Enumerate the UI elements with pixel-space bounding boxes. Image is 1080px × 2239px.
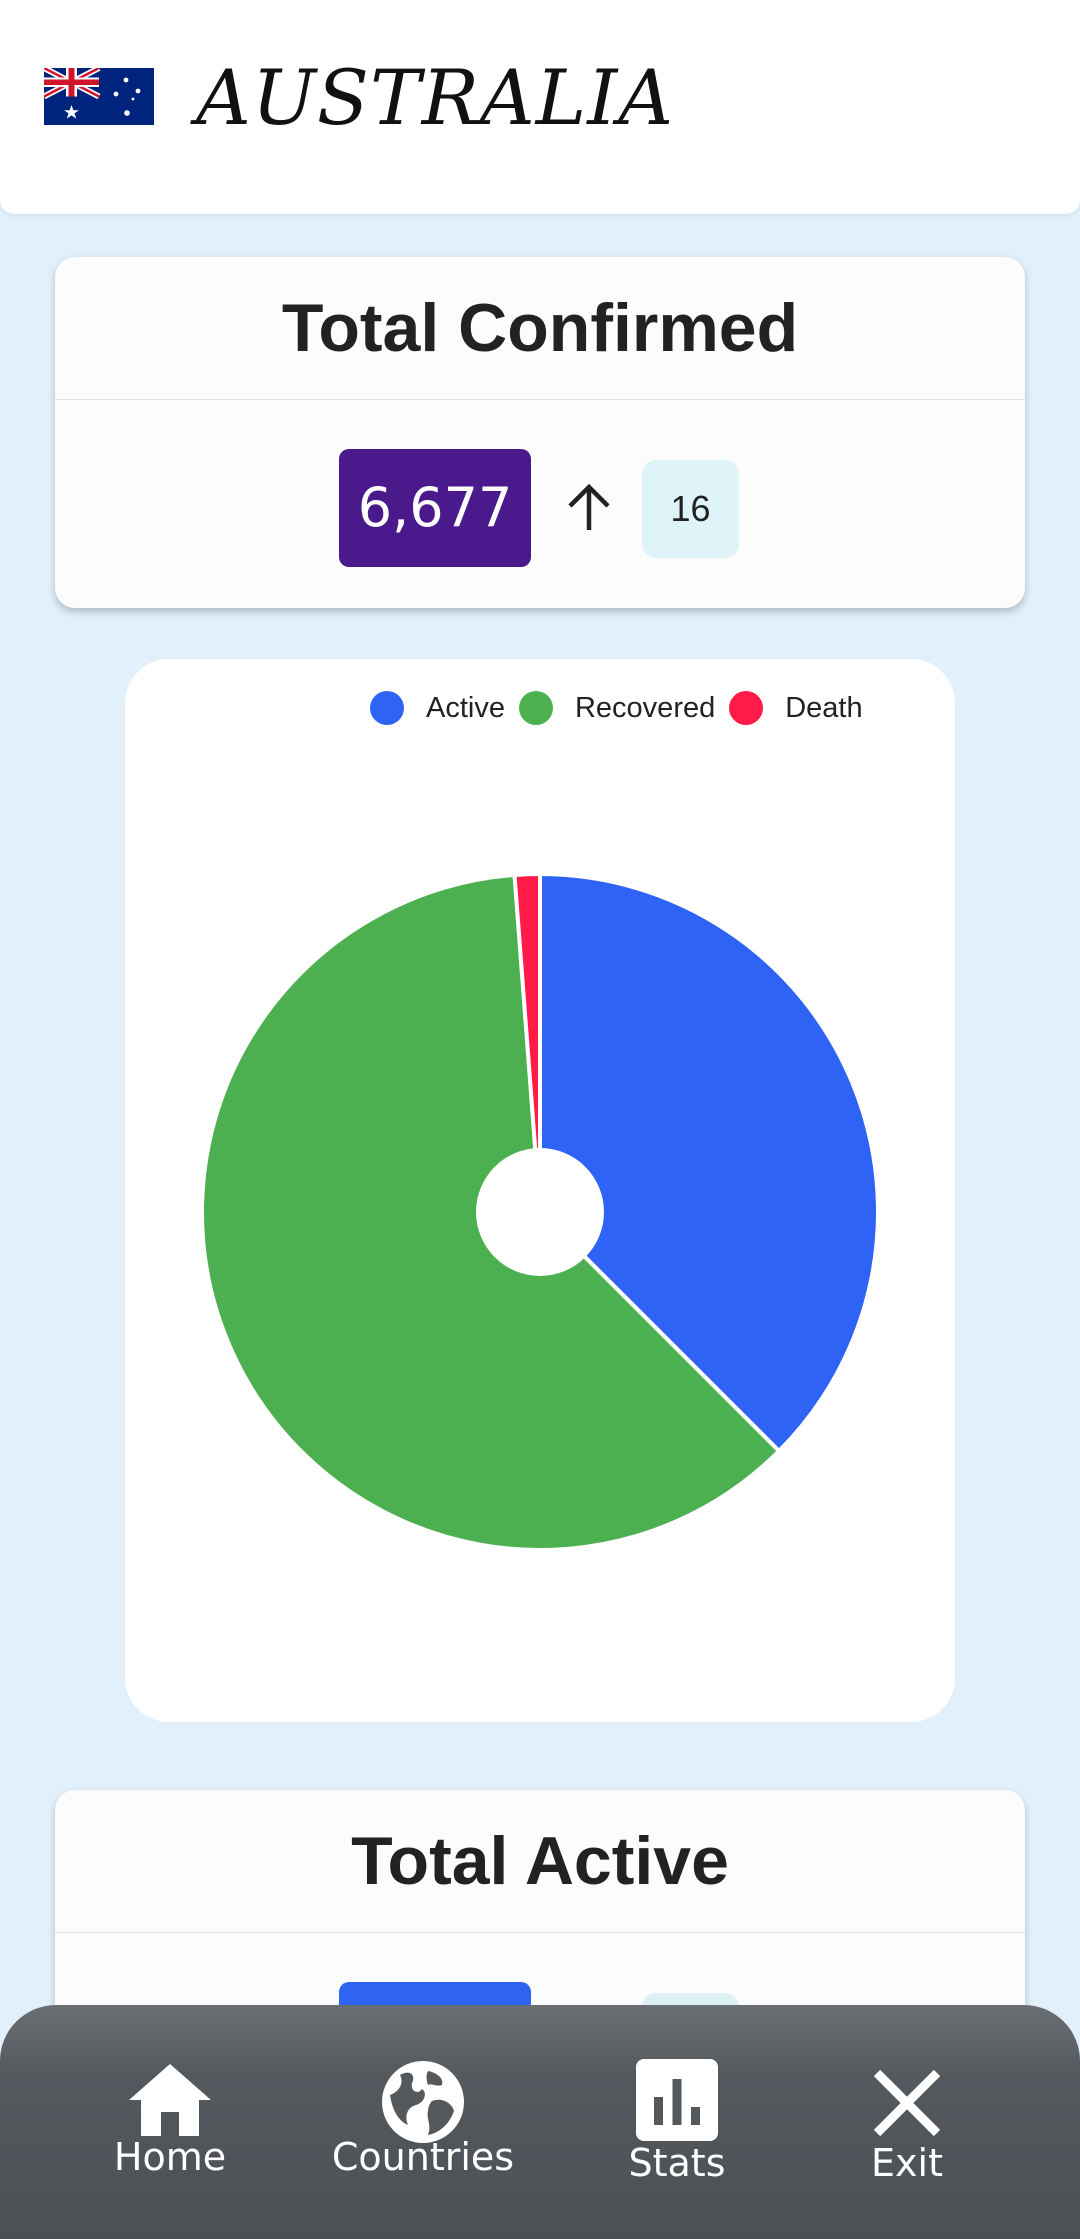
app-header: AUSTRALIA [0, 0, 1080, 214]
cases-pie-chart-card: Active Recovered Death [125, 659, 955, 1722]
confirmed-count-badge: 6,677 [339, 449, 531, 567]
confirmed-delta-badge: 16 [642, 460, 739, 558]
nav-countries[interactable]: Countries [313, 2005, 533, 2239]
australia-flag-icon [44, 68, 154, 125]
nav-exit-label: Exit [871, 2141, 943, 2185]
nav-countries-label: Countries [331, 2135, 515, 2179]
total-confirmed-card: Total Confirmed 6,677 16 [55, 257, 1025, 608]
stat-row: 6,677 16 [55, 400, 1025, 590]
pie-center-hole [476, 1148, 604, 1276]
arrow-up-icon [568, 483, 610, 530]
nav-stats-label: Stats [628, 2141, 726, 2185]
nav-exit[interactable]: Exit [797, 2005, 1017, 2239]
pie-chart [200, 871, 880, 1552]
nav-home-label: Home [113, 2135, 227, 2179]
card-title: Total Active [55, 1790, 1025, 1933]
country-title: AUSTRALIA [196, 53, 675, 142]
card-title: Total Confirmed [55, 257, 1025, 400]
nav-stats[interactable]: Stats [567, 2005, 787, 2239]
bottom-navigation: Home Countries Stats Exit [0, 2005, 1080, 2239]
nav-home[interactable]: Home [60, 2005, 280, 2239]
